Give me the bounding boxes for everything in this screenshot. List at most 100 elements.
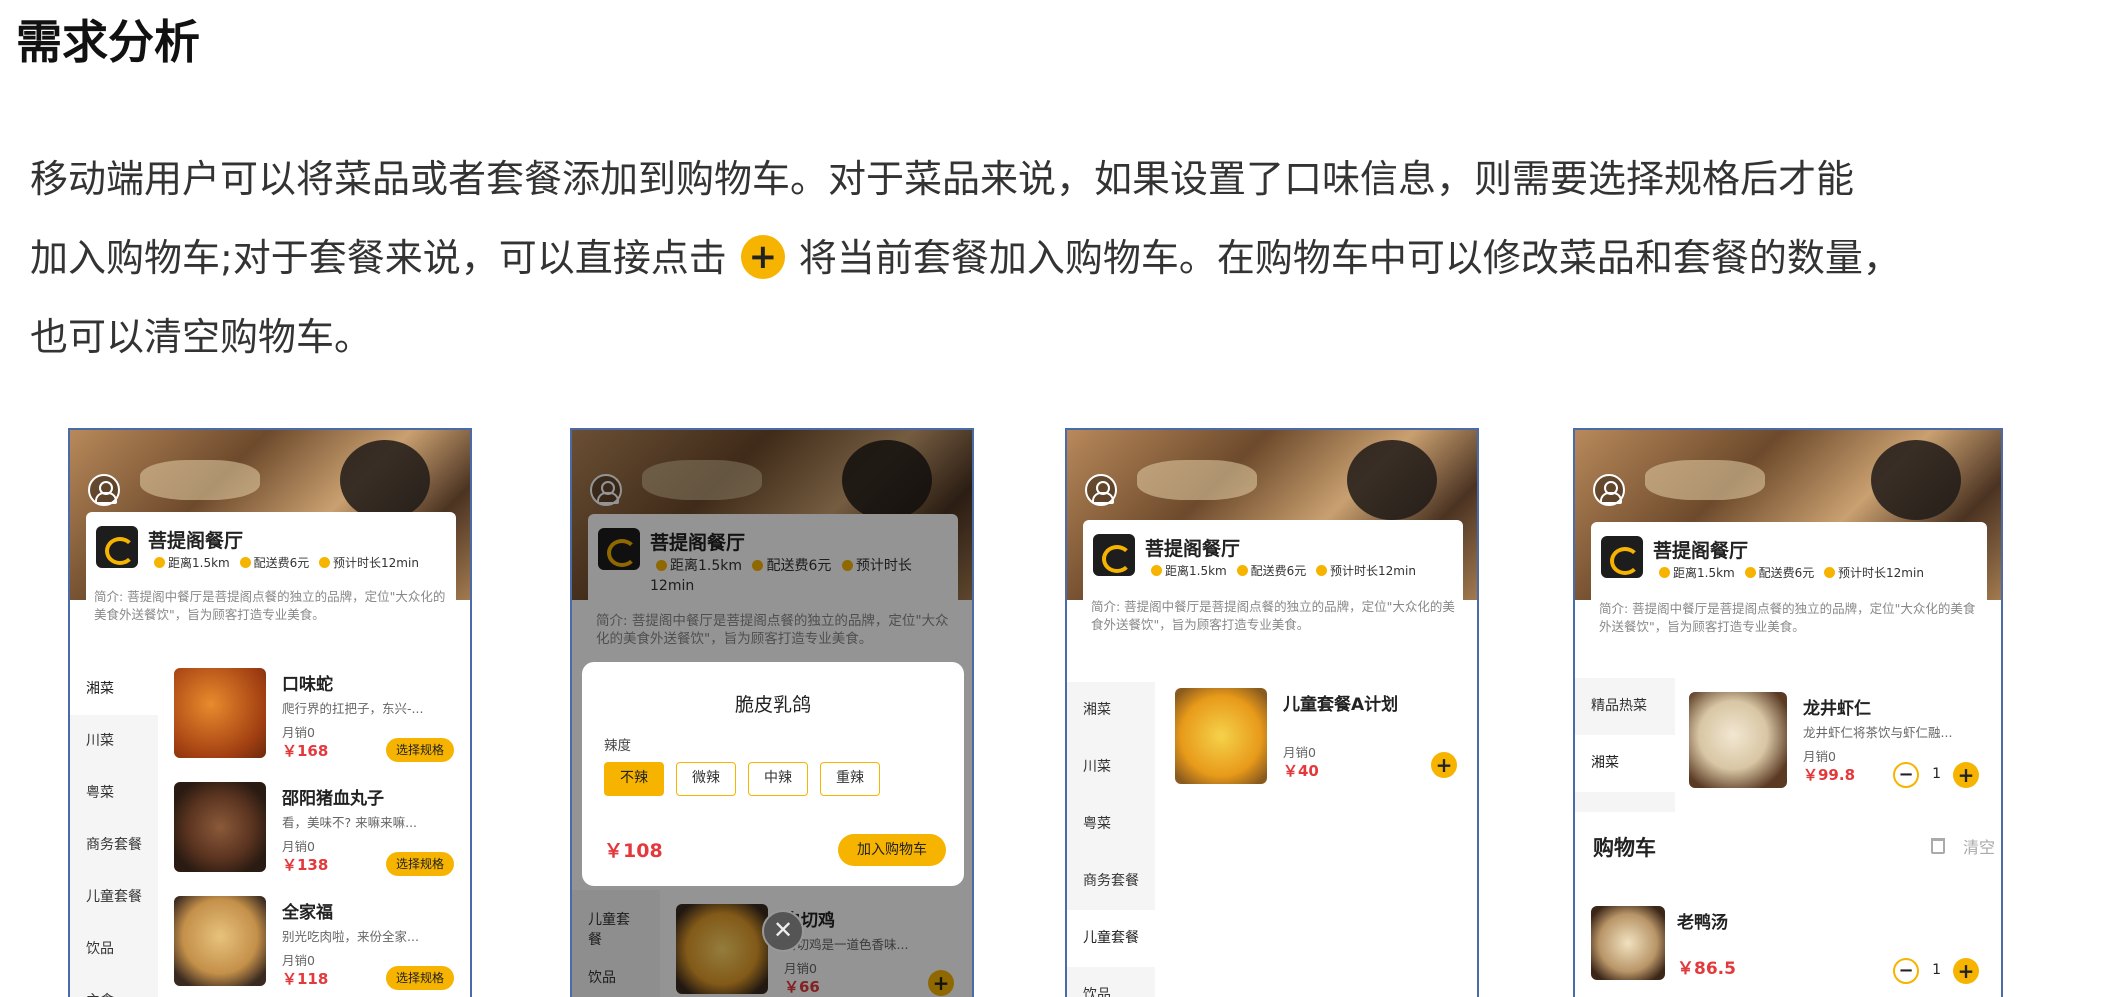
combo-item: 儿童套餐A计划 月销0 ￥40 + (1175, 688, 1465, 788)
category-item[interactable]: 川菜 (70, 715, 158, 767)
cart-panel: 购物车 清空 老鸭汤 ￥86.5 − 1 + (1575, 812, 2001, 997)
description-line-2-start: 加入购物车;对于套餐来说，可以直接点击 (30, 236, 727, 280)
phone-screen-flavor-dialog: 菩提阁餐厅 距离1.5km 配送费6元 预计时长12min 简介: 菩提阁中餐厅… (570, 428, 974, 997)
page-title: 需求分析 (16, 15, 200, 69)
user-avatar-icon[interactable] (1593, 474, 1625, 506)
dish-image (174, 668, 266, 758)
category-item[interactable]: 湘菜 (1575, 735, 1675, 792)
user-avatar-icon[interactable] (88, 474, 120, 506)
category-item[interactable]: 儿童套餐 (70, 871, 158, 923)
category-sidebar: 湘菜 川菜 粤菜 商务套餐 儿童套餐 饮品 主食 (70, 663, 158, 997)
flavor-dialog: 脆皮乳鸽 辣度 不辣 微辣 中辣 重辣 ￥108 加入购物车 (582, 662, 964, 886)
category-item[interactable]: 湘菜 (1067, 682, 1155, 739)
decrease-quantity-button[interactable]: − (1893, 762, 1919, 788)
dish-image (174, 896, 266, 986)
category-item[interactable]: 饮品 (1067, 967, 1155, 997)
combo-image (1175, 688, 1267, 784)
clear-cart-button[interactable]: 清空 (1963, 834, 1995, 858)
shop-fee: 配送费6元 (1758, 566, 1815, 580)
category-item[interactable]: 精品热菜 (1575, 678, 1675, 735)
dish-item: 龙井虾仁 龙井虾仁将茶饮与虾仁融... 月销0 ￥99.8 − 1 + (1689, 692, 1989, 792)
eta-icon (319, 557, 331, 568)
decrease-quantity-button[interactable]: − (1893, 958, 1919, 984)
dish-sales: 月销0 (282, 839, 315, 854)
category-item[interactable]: 儿童套餐 (1067, 910, 1155, 967)
combo-name: 儿童套餐A计划 (1283, 695, 1399, 715)
category-item[interactable]: 主食 (70, 975, 158, 997)
shop-eta: 预计时长12min (333, 556, 419, 570)
dish-name: 邵阳猪血丸子 (282, 789, 384, 809)
user-avatar-icon[interactable] (1085, 474, 1117, 506)
description-line-3: 也可以清空购物车。 (30, 315, 373, 359)
shop-name: 菩提阁餐厅 (148, 530, 244, 552)
shop-eta: 预计时长12min (1838, 566, 1924, 580)
page: 需求分析 移动端用户可以将菜品或者套餐添加到购物车。对于菜品来说，如果设置了口味… (0, 0, 2111, 997)
close-icon[interactable]: ✕ (762, 910, 804, 952)
category-item[interactable]: 川菜 (1067, 739, 1155, 796)
dish-price: ￥168 (282, 742, 329, 760)
cart-title: 购物车 (1593, 836, 1656, 860)
category-item[interactable]: 饮品 (70, 923, 158, 975)
cart-item-price: ￥86.5 (1677, 959, 1736, 979)
dish-desc: 别光吃肉啦，来份全家... (282, 929, 419, 944)
combo-sales: 月销0 (1283, 745, 1316, 760)
increase-quantity-button[interactable]: + (1953, 762, 1979, 788)
fee-icon (239, 557, 251, 568)
flavor-option[interactable]: 中辣 (748, 762, 808, 796)
shop-fee: 配送费6元 (1250, 564, 1307, 578)
shop-eta: 预计时长12min (1330, 564, 1416, 578)
eta-icon (1824, 567, 1836, 578)
dish-desc: 龙井虾仁将茶饮与虾仁融... (1803, 725, 1953, 740)
phone-screen-dish-list: 菩提阁餐厅 距离1.5km 配送费6元 预计时长12min 简介: 菩提阁中餐厅… (68, 428, 472, 997)
dish-name: 全家福 (282, 903, 333, 923)
select-spec-button[interactable]: 选择规格 (385, 966, 454, 990)
trash-icon[interactable] (1931, 838, 1945, 854)
flavor-option[interactable]: 重辣 (820, 762, 880, 796)
dialog-price: ￥108 (604, 840, 663, 862)
fee-icon (1236, 565, 1248, 576)
category-item[interactable]: 粤菜 (1067, 796, 1155, 853)
description: 移动端用户可以将菜品或者套餐添加到购物车。对于菜品来说，如果设置了口味信息，则需… (30, 140, 2110, 377)
shop-info-card: 菩提阁餐厅 距离1.5km 配送费6元 预计时长12min 简介: 菩提阁中餐厅… (1591, 522, 1987, 652)
select-spec-button[interactable]: 选择规格 (385, 738, 454, 762)
dish-item: 全家福 别光吃肉啦，来份全家... 月销0 ￥118 选择规格 (174, 896, 458, 996)
dish-item: 邵阳猪血丸子 看，美味不? 来嘛来嘛... 月销0 ￥138 选择规格 (174, 782, 458, 882)
dish-sales: 月销0 (282, 953, 315, 968)
dish-sales: 月销0 (1803, 749, 1836, 764)
flavor-option[interactable]: 不辣 (604, 762, 664, 796)
cart-item-name: 老鸭汤 (1677, 913, 1728, 933)
shop-meta: 距离1.5km 配送费6元 预计时长12min (148, 554, 419, 571)
dish-name: 龙井虾仁 (1803, 699, 1871, 719)
dish-desc: 爬行界的扛把子，东兴-... (282, 701, 424, 716)
dish-image (174, 782, 266, 872)
dish-price: ￥138 (282, 856, 329, 874)
category-sidebar: 精品热菜 湘菜 (1575, 678, 1675, 812)
dish-quantity: 1 (1932, 766, 1941, 782)
dish-price: ￥99.8 (1803, 766, 1856, 784)
cart-item-quantity: 1 (1932, 962, 1941, 978)
eta-icon (1316, 565, 1328, 576)
shop-intro: 简介: 菩提阁中餐厅是菩提阁点餐的独立的品牌，定位"大众化的美食外送餐饮"，旨为… (1091, 599, 1455, 632)
dish-image (1689, 692, 1787, 788)
shop-fee: 配送费6元 (253, 556, 310, 570)
shop-distance: 距离1.5km (1165, 564, 1227, 578)
shop-intro: 简介: 菩提阁中餐厅是菩提阁点餐的独立的品牌，定位"大众化的美食外送餐饮"，旨为… (94, 589, 446, 622)
category-item[interactable]: 粤菜 (70, 767, 158, 819)
shop-info-card: 菩提阁餐厅 距离1.5km 配送费6元 预计时长12min 简介: 菩提阁中餐厅… (86, 512, 456, 638)
cart-item: 老鸭汤 ￥86.5 − 1 + (1591, 906, 1989, 997)
select-spec-button[interactable]: 选择规格 (385, 852, 454, 876)
increase-quantity-button[interactable]: + (1953, 958, 1979, 984)
phone-screen-shopping-cart: 菩提阁餐厅 距离1.5km 配送费6元 预计时长12min 简介: 菩提阁中餐厅… (1573, 428, 2003, 997)
description-line-1: 移动端用户可以将菜品或者套餐添加到购物车。对于菜品来说，如果设置了口味信息，则需… (30, 157, 1855, 201)
flavor-option[interactable]: 微辣 (676, 762, 736, 796)
category-item[interactable]: 商务套餐 (1067, 853, 1155, 910)
dialog-title: 脆皮乳鸽 (734, 694, 811, 716)
category-item[interactable]: 湘菜 (70, 663, 158, 715)
add-combo-button[interactable]: + (1431, 752, 1457, 778)
add-to-cart-button[interactable]: 加入购物车 (838, 834, 946, 866)
shop-meta: 距离1.5km 配送费6元 预计时长12min (1145, 562, 1416, 579)
category-item[interactable]: 商务套餐 (70, 819, 158, 871)
shop-logo-icon (1093, 534, 1135, 576)
clock-icon (154, 557, 165, 568)
category-sidebar: 湘菜 川菜 粤菜 商务套餐 儿童套餐 饮品 (1067, 682, 1155, 997)
